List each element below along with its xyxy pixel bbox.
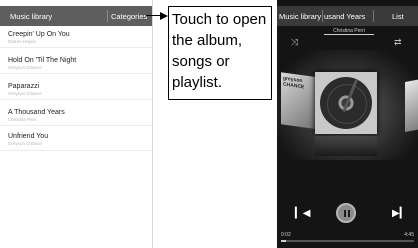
library-header: Music library Categories — [0, 6, 152, 26]
callout-line: songs or — [172, 53, 230, 70]
song-title: A Thousand Years — [8, 109, 65, 116]
list-divider — [0, 73, 152, 74]
song-title: Paparazzi — [8, 83, 40, 90]
list-divider — [0, 150, 152, 151]
song-title: Unfriend You — [8, 133, 49, 140]
album-cover-right[interactable] — [405, 78, 418, 132]
list-divider — [0, 47, 152, 48]
previous-icon[interactable]: ▎◀ — [295, 209, 310, 219]
list-divider — [0, 125, 152, 126]
artist-underline — [324, 34, 374, 35]
header-separator — [322, 10, 323, 22]
song-artist: Greyson Chance — [8, 65, 42, 70]
progress-fill — [281, 240, 287, 242]
categories-button[interactable]: Categories — [111, 12, 147, 21]
song-list-item[interactable]: Unfriend You Greyson Chance — [8, 132, 148, 147]
song-list-item[interactable]: Hold On 'Til The Night Greyson Chance — [8, 56, 148, 71]
song-artist: Greyson Chance — [8, 91, 42, 96]
shuffle-icon[interactable]: ⤨ — [291, 38, 298, 47]
list-button[interactable]: List — [392, 12, 404, 21]
current-time: 0:02 — [281, 232, 291, 238]
music-library-screen: Music library Categories Creepin' Up On … — [0, 0, 153, 248]
song-title: Creepin' Up On You — [8, 31, 70, 38]
music-library-tab[interactable]: Music library — [279, 12, 321, 21]
song-title: Hold On 'Til The Night — [8, 57, 77, 64]
now-playing-title: usand Years — [324, 12, 366, 21]
player-header: Music library usand Years List — [277, 6, 418, 26]
song-artist: Christina Perri — [8, 117, 37, 122]
song-artist: Darren Hayes — [8, 39, 36, 44]
album-reflection — [315, 136, 377, 156]
callout-arrow-head — [160, 12, 168, 20]
callout-line: playlist. — [172, 74, 223, 91]
now-playing-screen: Music library usand Years List Christina… — [277, 0, 418, 248]
callout-box: Touch to open the album, songs or playli… — [168, 6, 272, 100]
album-cover-main[interactable] — [315, 72, 377, 134]
library-title: Music library — [10, 12, 53, 21]
progress-bar[interactable] — [281, 240, 414, 242]
callout-line: the album, — [172, 32, 243, 49]
list-divider — [0, 99, 152, 100]
pause-icon[interactable] — [336, 203, 356, 223]
repeat-icon[interactable]: ⇄ — [394, 38, 402, 47]
next-icon[interactable]: ▶▎ — [392, 209, 407, 219]
header-separator — [107, 10, 108, 22]
song-artist: Greyson Chance — [8, 141, 42, 146]
song-list-item[interactable]: A Thousand Years Christina Perri — [8, 108, 148, 123]
callout-line: Touch to open — [172, 11, 267, 28]
header-separator — [373, 10, 374, 22]
song-list-item[interactable]: Creepin' Up On You Darren Hayes — [8, 30, 148, 45]
song-list-item[interactable]: Paparazzi Greyson Chance — [8, 82, 148, 97]
total-time: 4:45 — [404, 232, 414, 238]
